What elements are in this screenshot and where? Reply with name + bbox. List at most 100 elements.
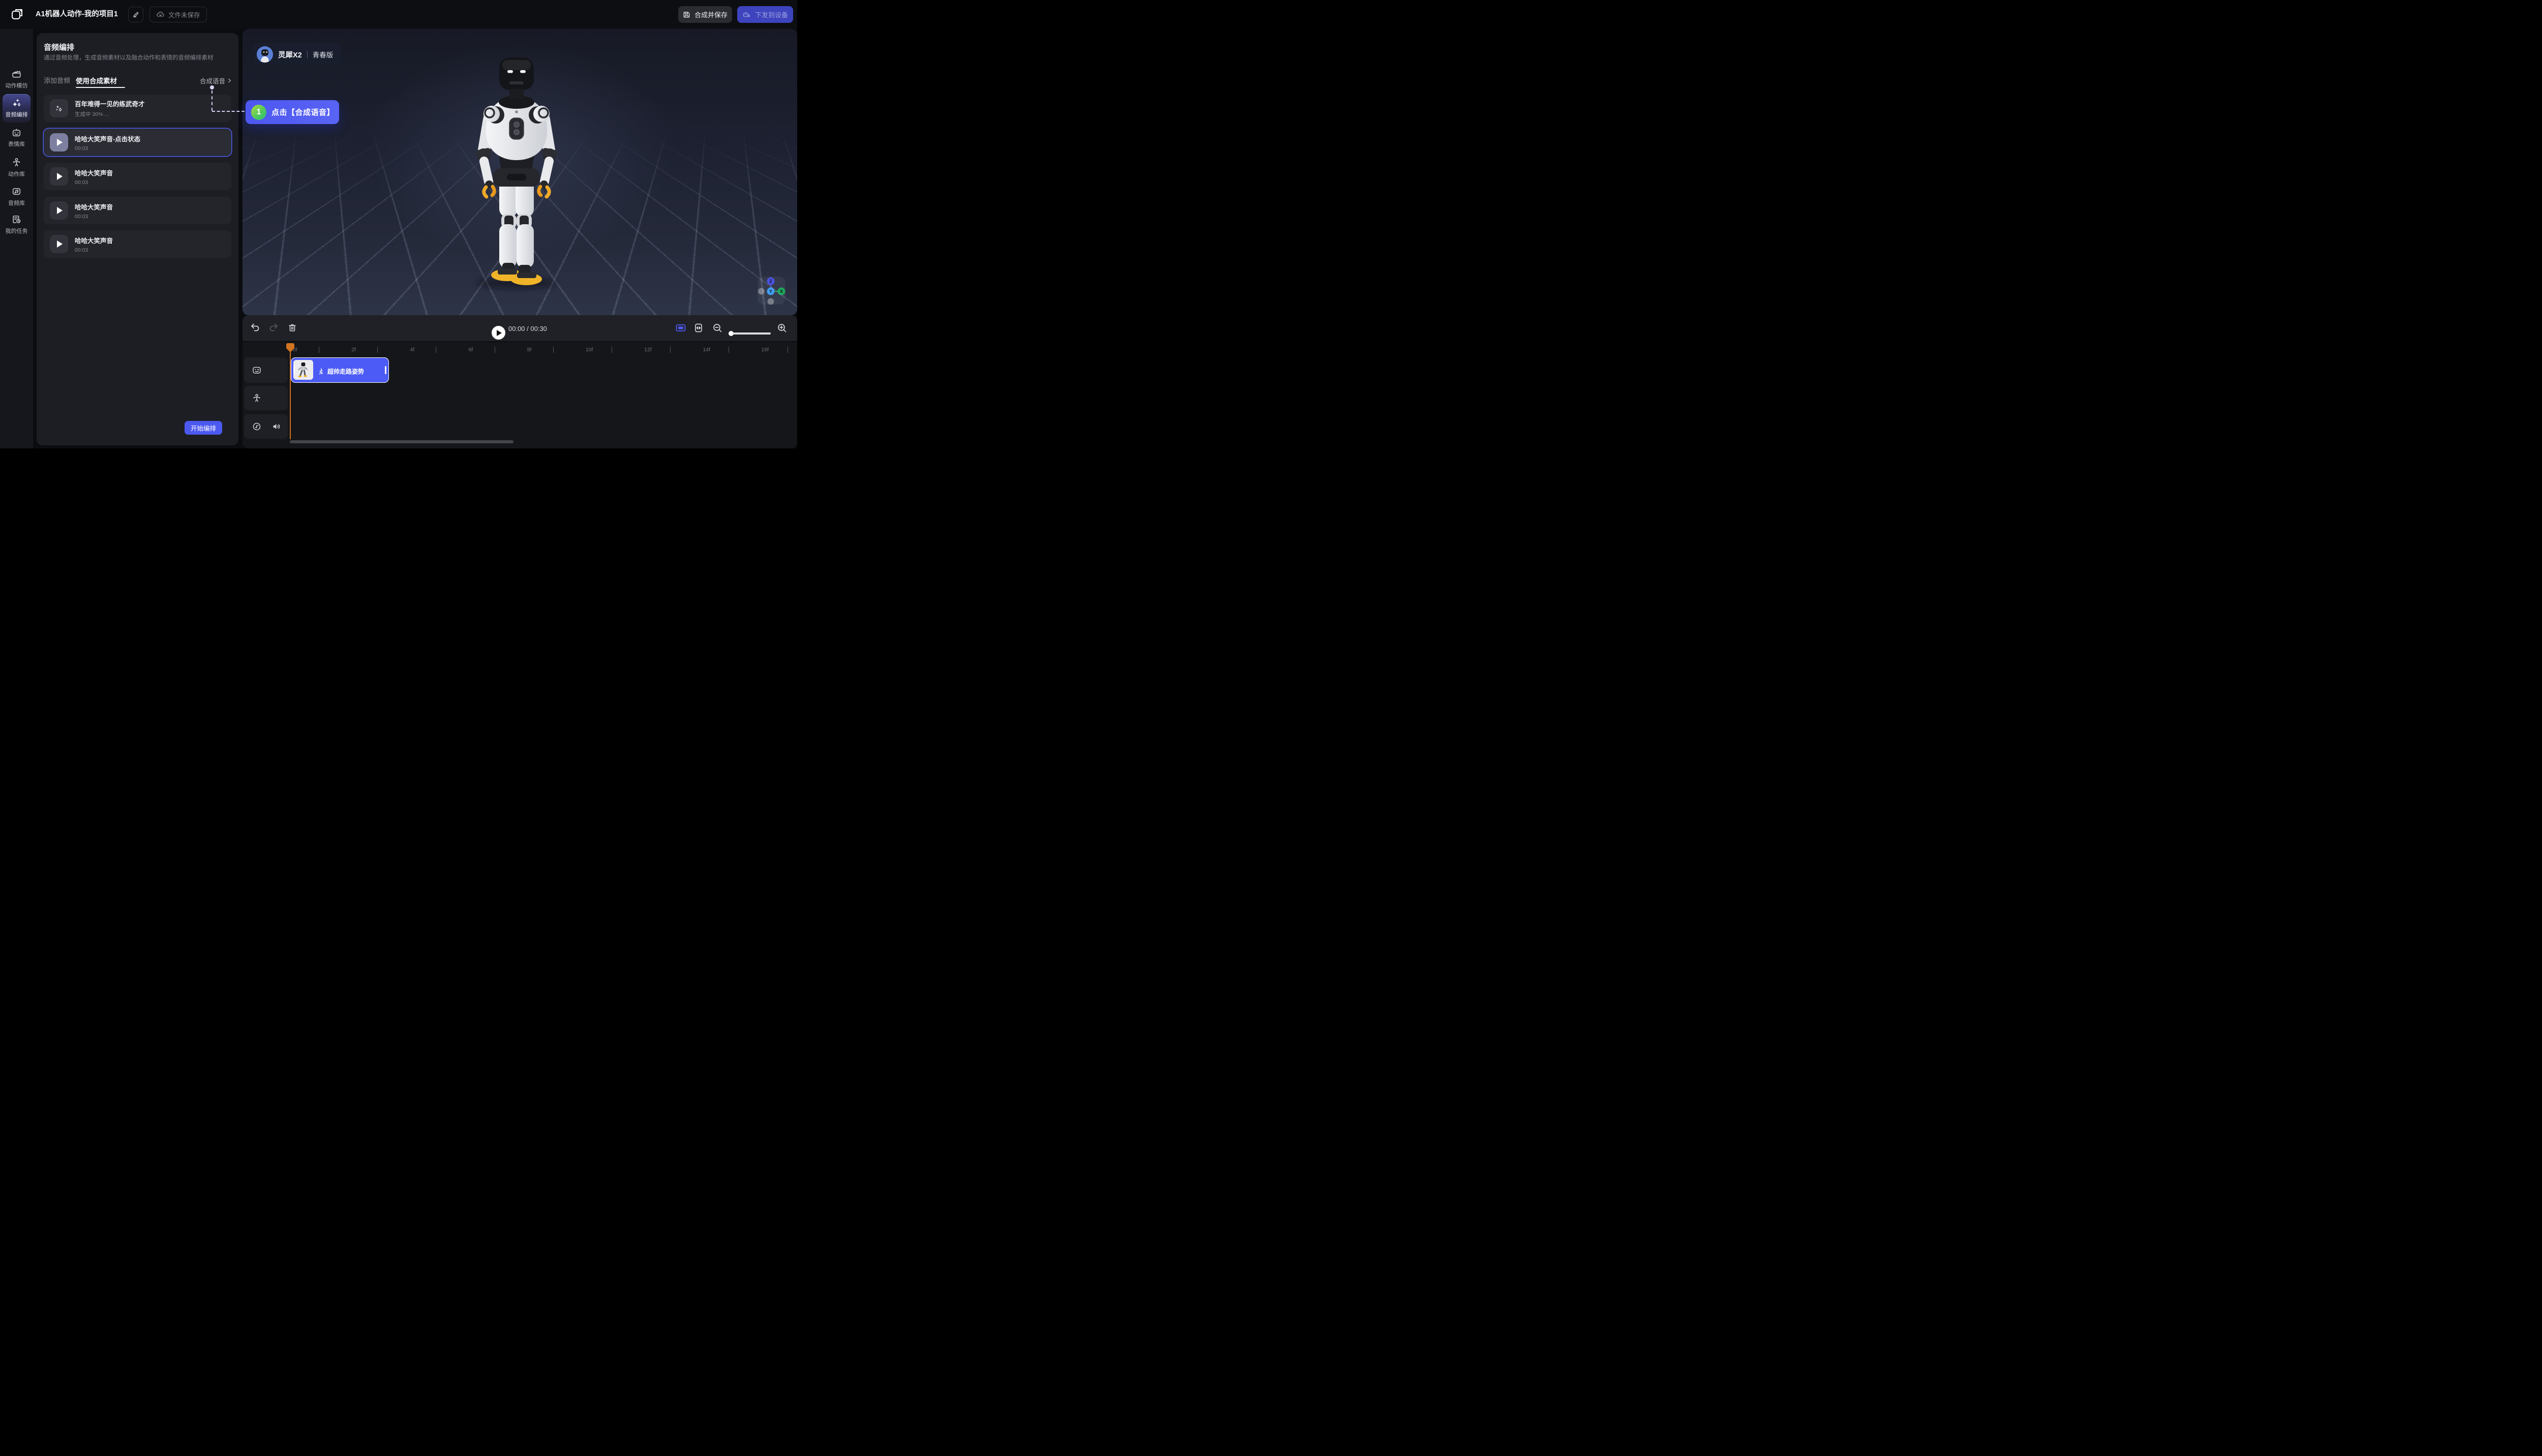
guide-anchor-dot <box>210 85 214 89</box>
robot-model-badge[interactable]: 灵犀X2 青春版 <box>253 43 341 66</box>
sidebar-label: 我的任务 <box>6 227 28 235</box>
music-disc-icon <box>252 421 262 432</box>
audio-item[interactable]: 哈哈大笑声音 00:03 <box>44 197 231 224</box>
track-header-motion[interactable] <box>244 386 288 410</box>
sparkles-icon <box>11 98 22 108</box>
play-button[interactable] <box>50 167 68 186</box>
redo-button[interactable] <box>268 322 279 333</box>
audio-item-duration: 00:03 <box>75 214 113 220</box>
ruler-label: 2f <box>351 347 356 353</box>
auto-fit-toggle[interactable] <box>675 322 686 333</box>
timeline-ruler[interactable]: 0f 2f 4f 6f 8f 10f 12f 14f 16f <box>290 342 797 357</box>
slider-thumb[interactable] <box>729 331 734 336</box>
playhead-line[interactable] <box>290 344 291 439</box>
tab-add-audio[interactable]: 添加音频 <box>44 75 70 85</box>
track-header-audio[interactable] <box>244 414 288 439</box>
audio-item-title: 哈哈大笑声音 <box>75 168 113 177</box>
walking-person-icon <box>318 368 324 375</box>
task-list-icon <box>11 214 22 225</box>
clip-trim-handle-left[interactable] <box>293 366 295 374</box>
zoom-out-icon[interactable] <box>712 322 723 333</box>
step-number-badge: 1 <box>251 105 266 120</box>
wink-face-icon <box>252 365 262 375</box>
audio-item-title: 哈哈大笑声音 <box>75 235 113 245</box>
audio-item-progress: 生成中 30% ... <box>75 110 145 118</box>
badge-divider <box>307 51 308 58</box>
playhead-handle[interactable] <box>286 343 294 348</box>
unsaved-label: 文件未保存 <box>168 10 200 19</box>
axis-gizmo[interactable]: Z Y X <box>758 277 785 305</box>
timeline-horizontal-scrollbar[interactable] <box>290 440 513 443</box>
audio-item-title: 百年难得一见的练武奇才 <box>75 99 145 108</box>
deploy-to-device-button[interactable]: 下发到设备 <box>737 6 793 23</box>
play-button[interactable] <box>50 201 68 220</box>
sidebar-label: 动作模仿 <box>6 81 28 89</box>
gizmo-x-label: X <box>780 289 783 294</box>
left-sidebar: 动作模仿 音频编排 表情库 <box>0 29 33 448</box>
sidebar-item-audio-library[interactable]: 音频库 <box>0 186 33 207</box>
audio-item-generating[interactable]: 百年难得一见的练武奇才 生成中 30% ... <box>44 95 231 122</box>
sidebar-label: 动作库 <box>8 170 25 178</box>
timeline-zoom-slider[interactable] <box>729 332 771 335</box>
deploy-label: 下发到设备 <box>755 10 788 19</box>
project-title: A1机器人动作-我的项目1 <box>36 0 118 29</box>
robot-edition: 青春版 <box>313 49 334 59</box>
fit-width-button[interactable] <box>693 322 704 333</box>
tooltip-text: 点击【合成语音】 <box>271 107 335 117</box>
top-bar: A1机器人动作-我的项目1 文件未保存 合成并保存 <box>0 0 797 29</box>
timeline-play-button[interactable] <box>492 326 505 340</box>
sidebar-item-audio-arrange[interactable]: 音频编排 <box>3 94 31 123</box>
undo-button[interactable] <box>250 322 261 333</box>
audio-item-duration: 00:03 <box>75 179 113 186</box>
sidebar-item-expression-library[interactable]: 表情库 <box>0 127 33 148</box>
sidebar-label: 音频编排 <box>6 110 28 118</box>
ruler-label: 6f <box>469 347 473 353</box>
sidebar-item-motion-library[interactable]: 动作库 <box>0 157 33 178</box>
panel-description: 通过音频处理，生成音频素材以及融合动作和表情的音频编排素材 <box>44 53 232 62</box>
audio-item[interactable]: 哈哈大笑声音 00:03 <box>44 230 231 258</box>
sidebar-item-motion-mimic[interactable]: 动作模仿 <box>0 69 33 89</box>
ruler-label: 4f <box>410 347 414 353</box>
axis-negative-z <box>768 298 774 305</box>
robot-download-icon <box>742 10 751 19</box>
robot-3d-viewport[interactable]: 灵犀X2 青春版 Z Y X <box>243 29 797 315</box>
app-logo-icon <box>10 7 24 21</box>
sidebar-item-my-tasks[interactable]: 我的任务 <box>0 214 33 235</box>
panel-title: 音频编排 <box>44 42 74 52</box>
clip-trim-handle-right[interactable] <box>385 366 386 374</box>
timeline-clip-walk-pose[interactable]: 超帅走路姿势 <box>291 357 389 383</box>
active-tab-underline <box>76 87 125 88</box>
rename-project-button[interactable] <box>128 7 143 22</box>
gizmo-z-label: Z <box>769 279 772 284</box>
save-label: 合成并保存 <box>694 10 728 19</box>
audio-item-selected[interactable]: 哈哈大笑声音-点击状态 00:03 <box>44 129 231 156</box>
save-and-merge-button[interactable]: 合成并保存 <box>678 6 732 23</box>
humanoid-robot-model[interactable] <box>445 53 588 292</box>
track-header-expression[interactable] <box>244 357 288 383</box>
audio-item-duration: 00:03 <box>75 247 113 253</box>
person-icon <box>11 157 22 168</box>
timeline-toolbar: 00:00 / 00:30 <box>243 315 797 342</box>
tab-use-synth-material[interactable]: 使用合成素材 <box>76 75 117 85</box>
music-box-icon <box>11 186 22 197</box>
gizmo-y-label: Y <box>769 289 772 294</box>
start-arrange-button[interactable]: 开始编排 <box>185 421 222 435</box>
guide-dashed-line-vertical <box>211 90 213 111</box>
audio-arrange-panel: 音频编排 通过音频处理，生成音频素材以及融合动作和表情的音频编排素材 添加音频 … <box>37 33 238 445</box>
guide-tooltip[interactable]: 1 点击【合成语音】 <box>246 100 339 124</box>
ruler-label: 14f <box>703 347 710 353</box>
delete-button[interactable] <box>287 322 298 333</box>
zoom-in-icon[interactable] <box>776 322 788 333</box>
file-unsaved-status[interactable]: 文件未保存 <box>149 7 207 22</box>
axis-negative-x <box>758 288 765 295</box>
ruler-label: 12f <box>644 347 652 353</box>
play-button[interactable] <box>50 133 68 151</box>
clapperboard-icon <box>11 69 22 79</box>
ruler-label: 8f <box>527 347 532 353</box>
robot-face-icon <box>11 127 22 138</box>
play-button[interactable] <box>50 235 68 253</box>
audio-item[interactable]: 哈哈大笑声音 00:03 <box>44 163 231 190</box>
chevron-right-icon <box>227 78 232 83</box>
synth-voice-link[interactable]: 合成语音 <box>200 76 232 85</box>
guide-dashed-line-horizontal <box>212 111 245 112</box>
